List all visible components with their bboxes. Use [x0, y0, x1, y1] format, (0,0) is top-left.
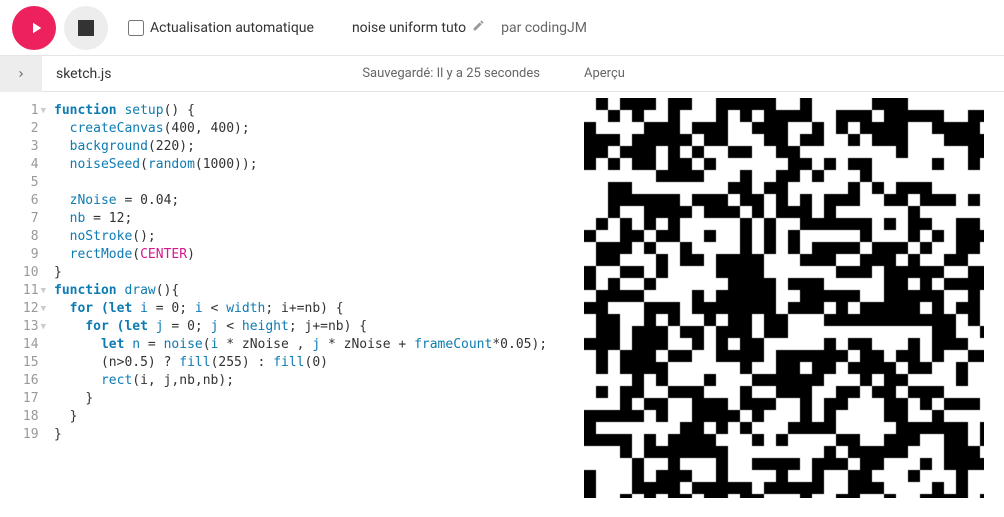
auto-refresh-label: Actualisation automatique: [150, 20, 314, 36]
line-number: 13▼: [0, 318, 46, 336]
chevron-right-icon: [15, 68, 27, 80]
author-block: par codingJM: [501, 20, 587, 36]
line-number: 12▼: [0, 300, 46, 318]
preview-label: Aperçu: [580, 66, 1004, 81]
line-number: 18▼: [0, 408, 46, 426]
play-icon: [27, 19, 45, 37]
preview-pane: [580, 92, 1004, 517]
line-number: 3▼: [0, 138, 46, 156]
preview-canvas: [584, 98, 984, 498]
line-number: 16▼: [0, 372, 46, 390]
saved-status: Sauvegardé: Il y a 25 secondes: [362, 66, 540, 81]
line-number: 10▼: [0, 264, 46, 282]
line-number: 2▼: [0, 120, 46, 138]
line-number: 11▼: [0, 282, 46, 300]
line-number: 14▼: [0, 336, 46, 354]
auto-refresh-toggle[interactable]: Actualisation automatique: [128, 20, 314, 36]
line-number: 8▼: [0, 228, 46, 246]
line-number: 9▼: [0, 246, 46, 264]
line-number: 6▼: [0, 192, 46, 210]
play-button[interactable]: [12, 6, 56, 50]
filename-label: sketch.js: [42, 66, 126, 82]
auto-refresh-checkbox[interactable]: [128, 20, 144, 36]
line-number: 1▼: [0, 102, 46, 120]
line-number: 5▼: [0, 174, 46, 192]
stop-button[interactable]: [64, 6, 108, 50]
line-number: 4▼: [0, 156, 46, 174]
code-editor[interactable]: function setup() { createCanvas(400, 400…: [54, 92, 580, 517]
edit-title-icon[interactable]: [472, 19, 485, 36]
sub-toolbar: sketch.js Sauvegardé: Il y a 25 secondes…: [0, 56, 1004, 92]
editor-pane[interactable]: 1▼2▼3▼4▼5▼6▼7▼8▼9▼10▼11▼12▼13▼14▼15▼16▼1…: [0, 92, 580, 517]
line-number: 17▼: [0, 390, 46, 408]
line-gutter: 1▼2▼3▼4▼5▼6▼7▼8▼9▼10▼11▼12▼13▼14▼15▼16▼1…: [0, 92, 54, 517]
line-number: 15▼: [0, 354, 46, 372]
main-area: 1▼2▼3▼4▼5▼6▼7▼8▼9▼10▼11▼12▼13▼14▼15▼16▼1…: [0, 92, 1004, 517]
preview-canvas-wrap: [584, 98, 984, 498]
expand-sidebar-button[interactable]: [0, 56, 42, 92]
toolbar: Actualisation automatique noise uniform …: [0, 0, 1004, 56]
sketch-title: noise uniform tuto: [352, 20, 466, 36]
stop-icon: [78, 20, 94, 36]
line-number: 7▼: [0, 210, 46, 228]
line-number: 19▼: [0, 426, 46, 444]
sketch-title-block: noise uniform tuto par codingJM: [352, 19, 587, 36]
